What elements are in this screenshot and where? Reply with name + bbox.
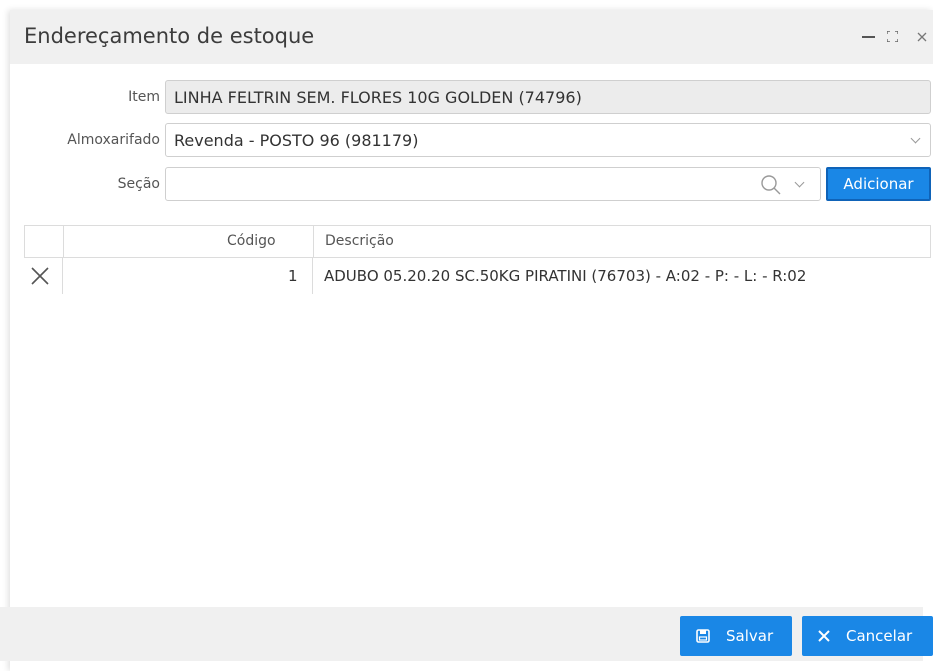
window-title: Endereçamento de estoque	[24, 24, 315, 48]
cell-codigo: 1	[288, 267, 298, 285]
secao-label: Seção	[117, 176, 160, 192]
cancel-label: Cancelar	[846, 627, 913, 645]
delete-row-icon[interactable]	[28, 264, 52, 288]
maximize-icon[interactable]	[887, 31, 898, 42]
save-button[interactable]: Salvar	[680, 616, 792, 656]
secao-input[interactable]	[165, 167, 821, 201]
grid-header: Código Descrição	[24, 225, 931, 258]
item-value: LINHA FELTRIN SEM. FLORES 10G GOLDEN (74…	[174, 88, 582, 107]
column-divider	[312, 258, 313, 294]
title-bar: Endereçamento de estoque	[10, 10, 933, 64]
table-row[interactable]: 1 ADUBO 05.20.20 SC.50KG PIRATINI (76703…	[24, 258, 931, 294]
column-divider	[62, 258, 63, 294]
cancel-icon	[818, 630, 830, 642]
cancel-button[interactable]: Cancelar	[802, 616, 933, 656]
add-button[interactable]: Adicionar	[826, 167, 931, 201]
item-field: LINHA FELTRIN SEM. FLORES 10G GOLDEN (74…	[165, 80, 931, 114]
address-grid: Código Descrição 1 ADUBO 05.20.20 SC.50K…	[24, 225, 931, 295]
cell-descricao: ADUBO 05.20.20 SC.50KG PIRATINI (76703) …	[324, 267, 807, 285]
chevron-down-icon[interactable]	[910, 133, 921, 144]
search-icon[interactable]	[760, 174, 782, 196]
almox-value: Revenda - POSTO 96 (981179)	[174, 131, 419, 150]
chevron-down-icon[interactable]	[794, 177, 805, 188]
item-label: Item	[128, 89, 160, 105]
column-divider	[313, 226, 314, 257]
almox-label: Almoxarifado	[67, 132, 160, 148]
save-icon	[696, 629, 710, 643]
minimize-icon[interactable]	[862, 36, 875, 38]
save-label: Salvar	[726, 627, 774, 645]
column-divider	[63, 226, 64, 257]
close-icon[interactable]	[917, 32, 927, 42]
almox-select[interactable]: Revenda - POSTO 96 (981179)	[165, 123, 931, 157]
column-header-descricao[interactable]: Descrição	[325, 233, 394, 249]
column-header-codigo[interactable]: Código	[227, 233, 276, 249]
